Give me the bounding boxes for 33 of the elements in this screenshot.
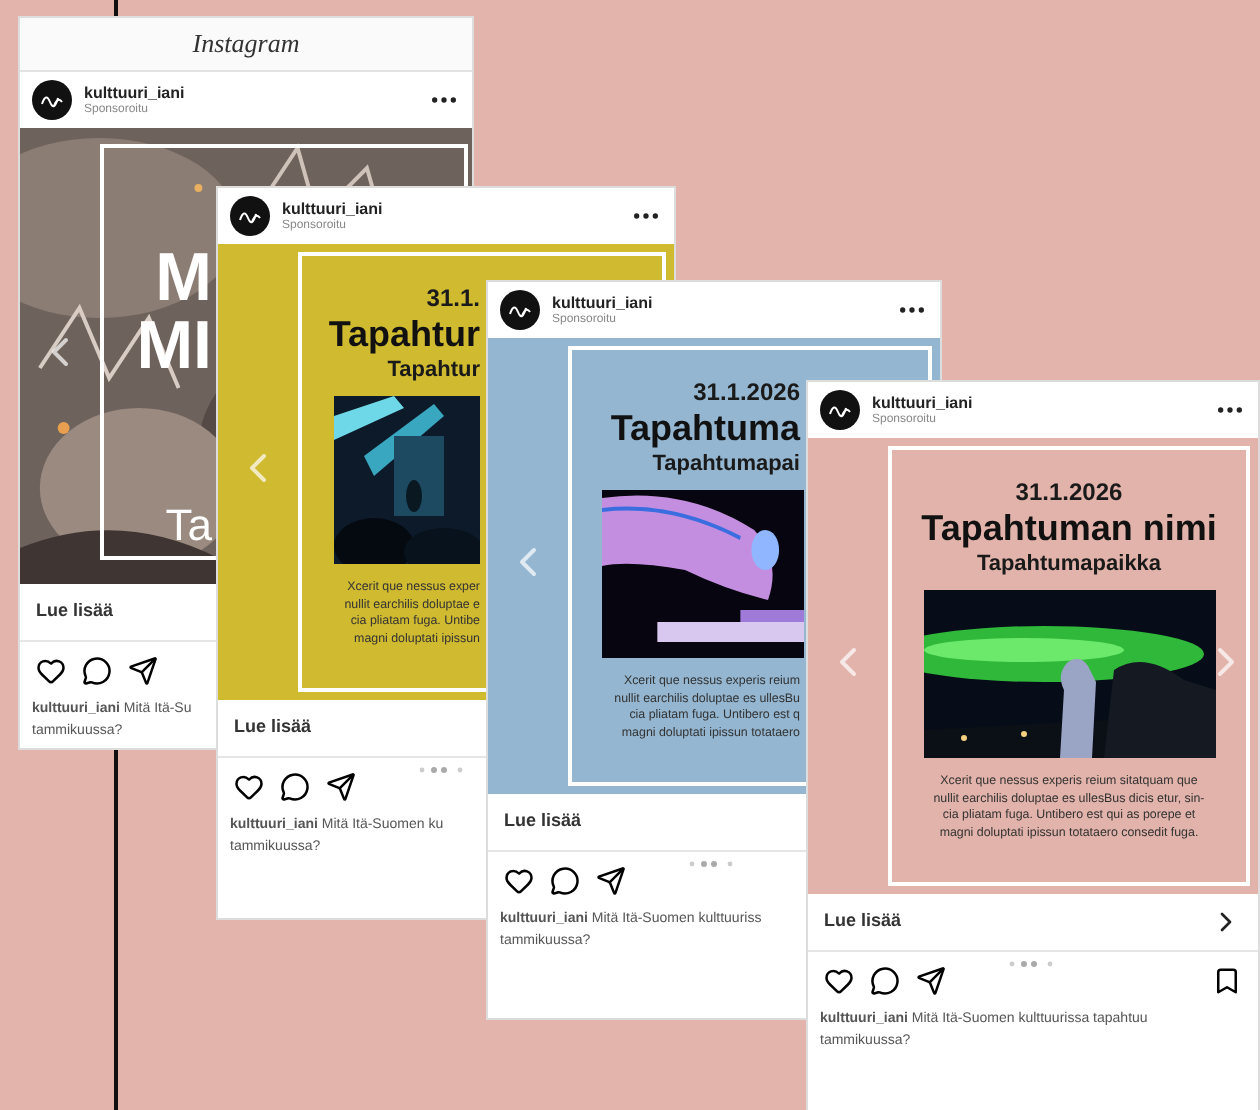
- avatar-logo: [820, 390, 860, 430]
- carousel-dots: [1008, 960, 1056, 968]
- read-more-link[interactable]: Lue lisää: [504, 808, 582, 836]
- read-more-link[interactable]: Lue lisää: [234, 714, 312, 742]
- account-name: kulttuuri_iani: [552, 295, 653, 311]
- comment-icon[interactable]: [82, 655, 112, 685]
- event-title: Tapahtuma: [608, 406, 800, 450]
- bookmark-icon[interactable]: [1212, 965, 1242, 995]
- like-icon[interactable]: [36, 655, 66, 685]
- app-title: Instagram: [192, 26, 300, 63]
- carousel-dots: [688, 860, 736, 868]
- event-venue: Tapahtumapaikka: [974, 550, 1164, 578]
- share-icon[interactable]: [128, 655, 158, 685]
- like-icon[interactable]: [234, 771, 264, 801]
- share-icon[interactable]: [916, 965, 946, 995]
- share-icon[interactable]: [596, 865, 626, 895]
- event-title: Tapahtuman nimi: [919, 506, 1219, 550]
- event-date: 31.1.2026: [1013, 478, 1125, 506]
- avatar-logo: [500, 290, 540, 330]
- comment-icon[interactable]: [550, 865, 580, 895]
- account-name: kulttuuri_iani: [872, 395, 973, 411]
- comment-icon[interactable]: [280, 771, 310, 801]
- share-icon[interactable]: [326, 771, 356, 801]
- event-date: 31.1.2026: [691, 378, 800, 406]
- read-more-link[interactable]: Lue lisää: [824, 908, 902, 936]
- like-icon[interactable]: [504, 865, 534, 895]
- like-icon[interactable]: [824, 965, 854, 995]
- comment-icon[interactable]: [870, 965, 900, 995]
- account-name: kulttuuri_iani: [84, 85, 185, 101]
- avatar-logo: [32, 80, 72, 120]
- event-venue: Tapahtumapai: [650, 450, 800, 478]
- read-more-link[interactable]: Lue lisää: [36, 598, 114, 626]
- carousel-dots: [418, 766, 466, 774]
